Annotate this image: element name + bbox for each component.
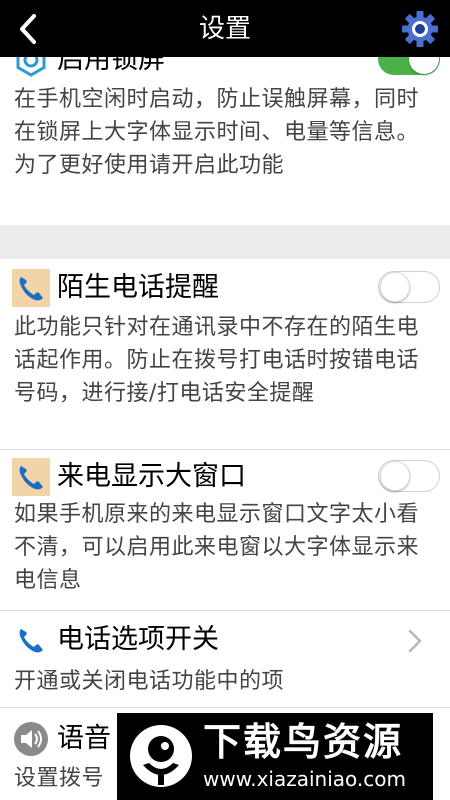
toggle-knob <box>409 57 439 74</box>
watermark-name: 下载鸟资源 <box>203 720 404 764</box>
settings-list: 启用锁屏 在手机空闲时启动，防止误触屏幕，同时在锁屏上大字体显示时间、电量等信息… <box>0 57 450 800</box>
phone-icon <box>12 269 50 307</box>
app-header: 设置 <box>0 0 450 57</box>
watermark-url: www.xiazainiao.com <box>203 767 406 791</box>
setting-row-lock-screen[interactable]: 启用锁屏 在手机空闲时启动，防止误触屏幕，同时在锁屏上大字体显示时间、电量等信息… <box>0 57 450 217</box>
chevron-right-icon[interactable] <box>406 627 424 655</box>
page-title: 设置 <box>198 14 251 44</box>
toggle-knob <box>380 461 410 491</box>
setting-row-stranger-call[interactable]: 陌生电话提醒 此功能只针对在通讯录中不存在的陌生电话起作用。防止在拨号打电话时按… <box>0 259 450 449</box>
setting-description: 此功能只针对在通讯录中不存在的陌生电话起作用。防止在拨号打电话时按错电话号码，进… <box>14 315 420 406</box>
setting-row-large-caller-window[interactable]: 来电显示大窗口 如果手机原来的来电显示窗口文字太小看不清，可以启用此来电窗以大字… <box>0 450 450 610</box>
lock-screen-toggle[interactable] <box>378 57 440 75</box>
setting-title: 启用锁屏 <box>57 57 165 75</box>
setting-title: 陌生电话提醒 <box>57 272 219 303</box>
bird-logo-icon <box>130 725 192 787</box>
phone-icon <box>19 629 43 653</box>
setting-title: 来电显示大窗口 <box>57 461 246 492</box>
toggle-knob <box>380 272 410 302</box>
setting-row-phone-options[interactable]: 电话选项开关 开通或关闭电话功能中的项 <box>0 611 450 707</box>
lock-screen-gear-icon <box>16 57 46 77</box>
setting-description: 在手机空闲时启动，防止误触屏幕，同时在锁屏上大字体显示时间、电量等信息。为了更好… <box>14 87 420 178</box>
large-caller-window-toggle[interactable] <box>378 460 440 492</box>
watermark-banner: 下载鸟资源 www.xiazainiao.com <box>117 713 433 800</box>
setting-title: 语音 <box>57 723 111 754</box>
setting-title: 电话选项开关 <box>57 624 219 655</box>
phone-icon <box>12 458 50 496</box>
setting-description: 如果手机原来的来电显示窗口文字太小看不清，可以启用此来电窗以大字体显示来电信息 <box>14 502 420 593</box>
speaker-icon <box>14 722 48 756</box>
setting-description: 开通或关闭电话功能中的项 <box>14 669 285 694</box>
section-gap <box>0 225 450 259</box>
stranger-call-toggle[interactable] <box>378 271 440 303</box>
gear-icon[interactable] <box>400 9 440 49</box>
